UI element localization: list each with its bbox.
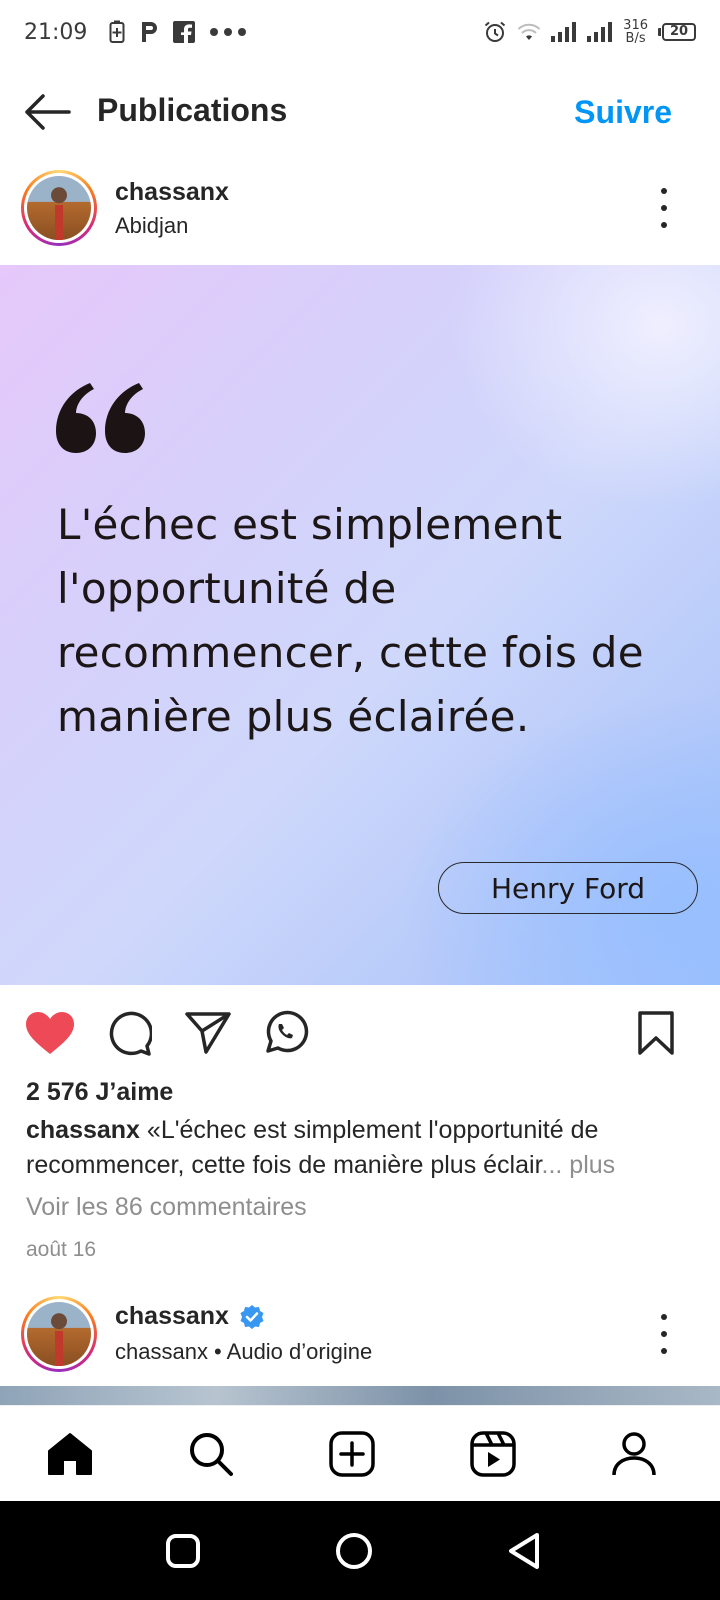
bookmark-icon xyxy=(638,1011,674,1055)
avatar[interactable] xyxy=(21,170,97,246)
app-header: Publications Suivre xyxy=(0,76,720,148)
profile-icon xyxy=(612,1432,656,1476)
more-vertical-icon xyxy=(661,188,667,194)
create-post-icon xyxy=(329,1431,375,1477)
like-button[interactable] xyxy=(22,1005,78,1061)
battery-saver-icon xyxy=(109,20,125,44)
post2-options-button[interactable] xyxy=(652,1314,676,1354)
arrow-left-icon xyxy=(25,94,71,130)
page-title: Publications xyxy=(97,92,288,128)
alarm-icon xyxy=(483,20,507,44)
post-header: chassanx Abidjan xyxy=(0,170,720,250)
more-vertical-icon xyxy=(661,1314,667,1320)
avatar-image xyxy=(27,176,91,240)
status-left: 21:09 xyxy=(24,20,247,45)
post2-avatar[interactable] xyxy=(21,1296,97,1372)
whatsapp-share-button[interactable] xyxy=(258,1005,314,1061)
avatar-image xyxy=(27,1302,91,1366)
status-time: 21:09 xyxy=(24,19,88,45)
home-icon xyxy=(48,1433,92,1475)
comment-button[interactable] xyxy=(101,1005,157,1061)
battery-icon: 20 xyxy=(658,23,696,41)
status-bar: 21:09 316 B/s 20 xyxy=(0,0,720,64)
comment-icon xyxy=(109,1011,152,1056)
net-speed-unit: B/s xyxy=(625,31,646,46)
android-nav-bar xyxy=(0,1501,720,1600)
likes-count[interactable]: 2 576 J’aime xyxy=(26,1078,173,1107)
back-button-android[interactable] xyxy=(500,1527,548,1575)
net-speed: 316 B/s xyxy=(623,19,648,45)
bottom-nav xyxy=(0,1405,720,1501)
save-button[interactable] xyxy=(628,1005,684,1061)
whatsapp-icon xyxy=(266,1010,309,1053)
more-notifications-icon xyxy=(209,27,247,37)
battery-level: 20 xyxy=(662,23,696,41)
recents-square-icon xyxy=(166,1534,200,1568)
caption-username[interactable]: chassanx xyxy=(26,1116,140,1144)
caption-more-link[interactable]: ... plus xyxy=(542,1151,616,1179)
recents-button[interactable] xyxy=(159,1527,207,1575)
home-circle-icon xyxy=(336,1533,372,1569)
wifi-icon xyxy=(517,22,541,42)
back-button[interactable] xyxy=(22,90,72,134)
status-right: 316 B/s 20 xyxy=(483,19,696,45)
nav-reels[interactable] xyxy=(465,1426,521,1482)
home-button[interactable] xyxy=(330,1527,378,1575)
view-comments-link[interactable]: Voir les 86 commentaires xyxy=(26,1193,307,1222)
reels-icon xyxy=(470,1431,516,1477)
back-triangle-icon xyxy=(509,1533,539,1569)
quote-text: L'échec est simplement l'opportunité de … xyxy=(57,500,644,741)
post-caption[interactable]: chassanx «L'échec est simplement l'oppor… xyxy=(26,1113,696,1183)
quote-author: Henry Ford xyxy=(438,862,698,914)
nav-search[interactable] xyxy=(183,1426,239,1482)
post2-audio-subtitle[interactable]: chassanx • Audio d’origine xyxy=(115,1339,372,1365)
signal-icon xyxy=(551,22,577,42)
share-button[interactable] xyxy=(180,1005,236,1061)
p-app-icon xyxy=(139,20,159,44)
paper-plane-icon xyxy=(185,1012,231,1054)
nav-profile[interactable] xyxy=(606,1426,662,1482)
post2-header: chassanx chassanx • Audio d’origine xyxy=(0,1296,720,1376)
search-icon xyxy=(190,1433,233,1476)
post2-user-row: chassanx xyxy=(115,1302,265,1331)
verified-badge-icon xyxy=(240,1304,264,1329)
post-date: août 16 xyxy=(26,1238,97,1261)
post-actions xyxy=(0,1005,720,1061)
post-username[interactable]: chassanx xyxy=(115,178,229,207)
nav-home[interactable] xyxy=(42,1426,98,1482)
follow-button[interactable]: Suivre xyxy=(574,94,672,131)
nav-create[interactable] xyxy=(324,1426,380,1482)
heart-filled-icon xyxy=(26,1012,74,1054)
post-options-button[interactable] xyxy=(652,188,676,228)
post-location[interactable]: Abidjan xyxy=(115,213,188,239)
facebook-icon xyxy=(173,21,196,43)
signal-icon-2 xyxy=(587,22,613,42)
quote-mark-icon xyxy=(56,383,145,453)
post2-username[interactable]: chassanx xyxy=(115,1302,229,1331)
post-image[interactable]: L'échec est simplement l'opportunité de … xyxy=(0,265,720,985)
